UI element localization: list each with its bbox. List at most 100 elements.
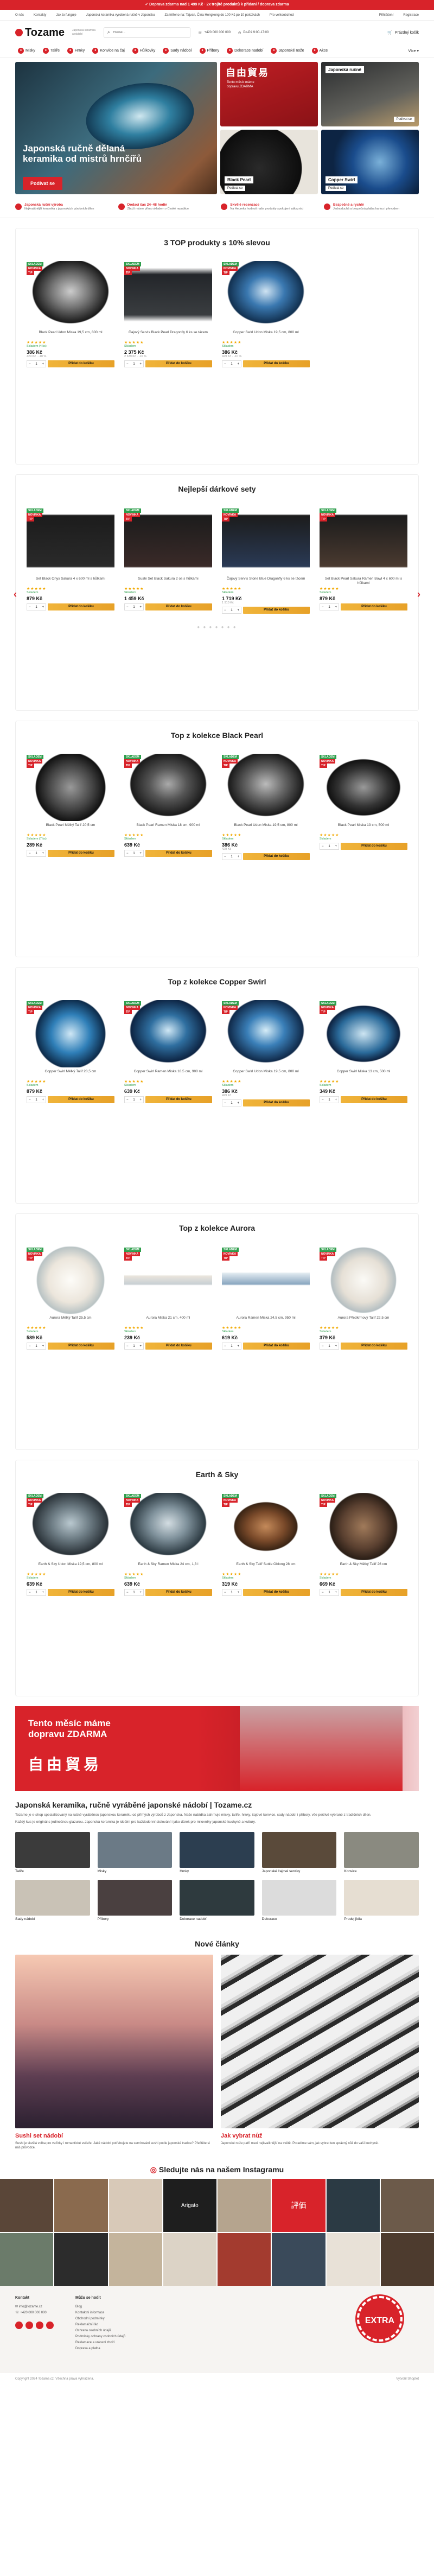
login-link[interactable]: Přihlášení xyxy=(379,14,394,17)
product-name[interactable]: Earth & Sky Udon Miska 19,5 cm, 800 ml xyxy=(27,1562,114,1572)
add-to-cart-button[interactable]: Přidat do košíku xyxy=(341,1589,407,1596)
blog-post[interactable]: Sushi set nádobí Sushi je skvělá volba p… xyxy=(15,1955,213,2150)
product-image[interactable]: SKLADEM NOVINKA TIP xyxy=(222,1246,310,1314)
quantity-stepper[interactable]: −1 + xyxy=(320,1589,339,1596)
add-to-cart-button[interactable]: Přidat do košíku xyxy=(48,1589,114,1596)
quantity-stepper[interactable]: −1 + xyxy=(320,1096,339,1103)
quantity-stepper[interactable]: −1 + xyxy=(27,603,46,610)
nav-item-dekorace[interactable]: ● Dekorace nadobí xyxy=(224,46,266,55)
quantity-stepper[interactable]: −1 + xyxy=(222,1343,241,1350)
nav-item-hrnky[interactable]: ● Hrnky xyxy=(65,46,87,55)
add-to-cart-button[interactable]: Přidat do košíku xyxy=(48,360,114,367)
insta-photo[interactable]: 評価 xyxy=(272,2179,326,2232)
product-card[interactable]: SKLADEM NOVINKA TIP Čajový Servis Stone Blu… xyxy=(222,507,310,614)
product-card[interactable]: SKLADEM NOVINKA TIP Set Black Pearl Sakura … xyxy=(320,507,407,614)
product-image[interactable]: SKLADEM NOVINKA TIP xyxy=(320,754,407,821)
product-card[interactable]: SKLADEM NOVINKA TIP Earth & Sky Ramen Miska… xyxy=(124,1493,212,1596)
product-card[interactable]: SKLADEM NOVINKA TIP Copper Swirl Ramen Misk… xyxy=(124,1000,212,1106)
product-name[interactable]: Set Black Pearl Sakura Ramen Bowl 4 x 60… xyxy=(320,577,407,587)
product-card[interactable]: SKLADEM NOVINKA TIP Aurora Ramen Miska 24,5… xyxy=(222,1246,310,1350)
footer-link[interactable]: Kontaktní informace xyxy=(75,2310,125,2316)
nav-item-misky[interactable]: ● Misky xyxy=(15,46,38,55)
quantity-stepper[interactable]: −1 + xyxy=(320,1343,339,1350)
product-name[interactable]: Black Pearl Mělký Talíř 20,5 cm xyxy=(27,823,114,833)
product-name[interactable]: Copper Swirl Udon Miska 19,5 cm, 800 ml xyxy=(222,1070,310,1079)
product-image[interactable]: SKLADEM NOVINKA TIP xyxy=(222,754,310,821)
footer-phone[interactable]: ☏ +420 000 000 000 xyxy=(15,2310,54,2316)
quantity-stepper[interactable]: −1 + xyxy=(124,1096,144,1103)
category-tile[interactable]: Prodej jídla xyxy=(344,1880,419,1921)
add-to-cart-button[interactable]: Přidat do košíku xyxy=(48,1343,114,1350)
tile-copper-swirl-link[interactable]: Podívat se xyxy=(326,186,347,191)
category-tile[interactable]: Konvice xyxy=(344,1832,419,1873)
blog-post-title[interactable]: Sushi set nádobí xyxy=(15,2133,213,2139)
add-to-cart-button[interactable]: Přidat do košíku xyxy=(145,1343,212,1350)
product-image[interactable]: SKLADEM NOVINKA TIP xyxy=(124,507,212,575)
facebook-icon[interactable] xyxy=(15,2321,23,2329)
hero-banner[interactable]: Japonská ručně dělaná keramika od mistrů… xyxy=(15,62,217,194)
toplink-wholesale[interactable]: Pro velkoobchod xyxy=(270,14,294,17)
product-image[interactable]: SKLADEM NOVINKA TIP xyxy=(222,1000,310,1067)
quantity-stepper[interactable]: −1 + xyxy=(222,1099,241,1106)
product-image[interactable]: SKLADEM NOVINKA TIP xyxy=(222,1493,310,1560)
blog-post[interactable]: Jak vybrat nůž Japonské nože patří mezi … xyxy=(221,1955,419,2150)
product-image[interactable]: SKLADEM NOVINKA TIP xyxy=(320,507,407,575)
product-image[interactable]: SKLADEM NOVINKA TIP xyxy=(124,1493,212,1560)
product-name[interactable]: Copper Swirl Miska 13 cm, 500 ml xyxy=(320,1070,407,1079)
add-to-cart-button[interactable]: Přidat do košíku xyxy=(243,360,310,367)
product-card[interactable]: SKLADEM NOVINKA TIP Set Black Onyx Sakura 4… xyxy=(27,507,114,614)
quantity-stepper[interactable]: −1 + xyxy=(222,360,241,367)
add-to-cart-button[interactable]: Přidat do košíku xyxy=(145,1096,212,1103)
category-tile[interactable]: Sady nádobí xyxy=(15,1880,90,1921)
logo[interactable]: Tozame xyxy=(15,27,65,39)
footer-email[interactable]: ✉ info@tozame.cz xyxy=(15,2304,54,2310)
product-name[interactable]: Black Pearl Udon Miska 19,5 cm, 800 ml xyxy=(222,823,310,833)
product-card[interactable]: SKLADEM NOVINKA TIP Earth & Sky Udon Miska … xyxy=(27,1493,114,1596)
tile-copper-swirl[interactable]: Copper Swirl Podívat se xyxy=(321,130,419,194)
product-card[interactable]: SKLADEM NOVINKA TIP Earth & Sky Talíř Suttl… xyxy=(222,1493,310,1596)
cart-button[interactable]: 🛒 Prázdný košík xyxy=(387,30,419,35)
footer-link[interactable]: Podmínky ochrany osobních údajů xyxy=(75,2334,125,2340)
insta-photo[interactable] xyxy=(380,2233,434,2286)
insta-photo[interactable] xyxy=(0,2179,54,2232)
category-tile[interactable]: Dekorace nadobí xyxy=(180,1880,254,1921)
add-to-cart-button[interactable]: Přidat do košíku xyxy=(341,843,407,850)
nav-item-pribory[interactable]: ● Příbory xyxy=(197,46,222,55)
youtube-icon[interactable] xyxy=(36,2321,43,2329)
quantity-stepper[interactable]: −1 + xyxy=(27,360,46,367)
footer-link[interactable]: Obchodní podmínky xyxy=(75,2316,125,2322)
footer-link[interactable]: Reklamační řád xyxy=(75,2322,125,2328)
insta-photo[interactable] xyxy=(108,2179,162,2232)
product-image[interactable]: SKLADEM NOVINKA TIP xyxy=(27,1493,114,1560)
carousel-dots[interactable]: ● ● ● ● ● ● ● xyxy=(16,625,418,637)
product-name[interactable]: Sushi Set Black Sakura 2 os s hůlkami xyxy=(124,577,212,587)
add-to-cart-button[interactable]: Přidat do košíku xyxy=(145,360,212,367)
quantity-stepper[interactable]: −1 + xyxy=(124,603,144,610)
insta-photo[interactable] xyxy=(108,2233,162,2286)
add-to-cart-button[interactable]: Přidat do košíku xyxy=(341,1343,407,1350)
product-image[interactable]: SKLADEM NOVINKA TIP xyxy=(27,261,114,328)
product-card[interactable]: SKLADEM NOVINKA TIP Black Pearl Udon Miska … xyxy=(222,754,310,860)
product-name[interactable]: Čajový Servis Black Pearl Dragonfly 6 ks… xyxy=(124,330,212,340)
product-name[interactable]: Black Pearl Miska 13 cm, 500 ml xyxy=(320,823,407,833)
quantity-stepper[interactable]: −1 + xyxy=(320,603,339,610)
product-image[interactable]: SKLADEM NOVINKA TIP xyxy=(27,754,114,821)
product-card[interactable]: SKLADEM NOVINKA TIP Sushi Set Black Sakura … xyxy=(124,507,212,614)
toplink-how[interactable]: Jak to funguje xyxy=(56,14,76,17)
product-card[interactable]: SKLADEM NOVINKA TIP Copper Swirl Udon Miska… xyxy=(222,1000,310,1106)
add-to-cart-button[interactable]: Přidat do košíku xyxy=(341,603,407,610)
insta-photo[interactable] xyxy=(163,2233,216,2286)
footer-link[interactable]: Reklamace a vrácení zboží xyxy=(75,2340,125,2346)
insta-photo[interactable] xyxy=(0,2233,54,2286)
insta-photo[interactable] xyxy=(54,2233,108,2286)
product-card[interactable]: SKLADEM NOVINKA TIP Black Pearl Mělký Talíř… xyxy=(27,754,114,860)
nav-item-hulkovky[interactable]: ● Hůlkovky xyxy=(130,46,158,55)
toplink-shipping[interactable]: Zaměřeno na: Tajvan, Čína Hongkong do 10… xyxy=(164,14,259,17)
product-name[interactable]: Earth & Sky Mělký Talíř 26 cm xyxy=(320,1562,407,1572)
free-shipping-banner[interactable]: Tento měsíc máme dopravu ZDARMA 自由貿易 xyxy=(15,1706,419,1791)
product-image[interactable]: SKLADEM NOVINKA TIP xyxy=(124,1246,212,1314)
product-card[interactable]: SKLADEM NOVINKA TIP Black Pearl Miska 13 cm… xyxy=(320,754,407,860)
insta-photo[interactable] xyxy=(218,2179,271,2232)
quantity-stepper[interactable]: −1 + xyxy=(124,1589,144,1596)
product-name[interactable]: Aurora Předkrmový Talíř 22,5 cm xyxy=(320,1316,407,1326)
